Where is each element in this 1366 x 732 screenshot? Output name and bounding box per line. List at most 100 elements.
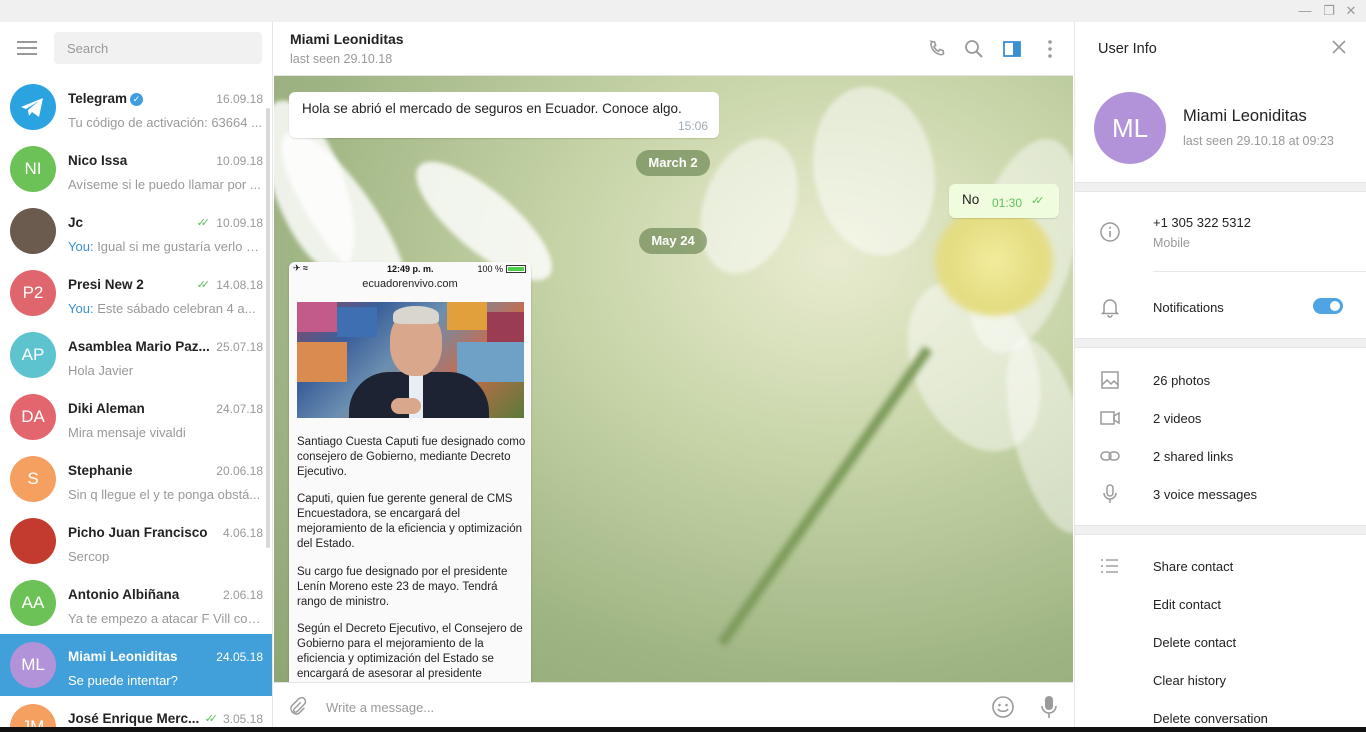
chat-name-row: Diki Aleman [68, 401, 213, 416]
chat-name-row: Miami Leoniditas [68, 649, 213, 664]
window-titlebar: — ❐ ✕ [0, 0, 1366, 22]
voice-messages[interactable]: 3 voice messages [1153, 487, 1257, 502]
avatar[interactable]: AA [10, 580, 56, 626]
delete-conversation-button[interactable]: Delete conversation [1153, 711, 1268, 726]
chat-name-row: Telegram ✓ [68, 91, 213, 106]
you-prefix: You: [68, 239, 94, 254]
search-input[interactable] [54, 32, 262, 64]
avatar[interactable] [10, 208, 56, 254]
avatar[interactable]: S [10, 456, 56, 502]
phone-call-icon[interactable] [925, 37, 949, 61]
microphone-icon[interactable] [1039, 694, 1059, 720]
incoming-message[interactable]: Hola se abrió el mercado de seguros en E… [289, 92, 719, 138]
message-composer [274, 682, 1073, 732]
chat-preview-text: Avíseme si le puedo llamar por ... [68, 177, 261, 192]
chat-list-scrollbar[interactable] [266, 108, 270, 548]
telegram-logo-icon [21, 98, 43, 117]
photos-icon [1101, 371, 1119, 389]
notifications-toggle[interactable] [1313, 298, 1343, 314]
chat-list-item[interactable]: Jc ✓✓ 10.09.18 You: Igual si me gustaría ve… [0, 200, 272, 262]
chat-name-row: Antonio Albiñana [68, 587, 213, 602]
chat-preview: Sin q llegue el y te ponga obstá... [68, 487, 263, 502]
toggle-info-panel-icon[interactable] [1000, 37, 1024, 61]
chat-list-item[interactable]: ML Miami Leoniditas 24.05.18 Se puede inten… [0, 634, 272, 696]
read-checkmarks-icon: ✓✓ [196, 279, 211, 291]
bell-icon [1100, 299, 1120, 318]
chat-date: 2.06.18 [222, 588, 263, 602]
restore-icon[interactable]: ❐ [1317, 0, 1341, 22]
chat-name: Miami Leoniditas [68, 649, 178, 664]
link-icon [1100, 451, 1120, 461]
user-name: Miami Leoniditas [1183, 107, 1307, 125]
chat-list-item[interactable]: P2 Presi New 2 ✓✓ 14.08.18 You: Este sábado … [0, 262, 272, 324]
user-info-panel: User Info ML Miami Leoniditas last seen … [1074, 22, 1366, 732]
chat-list-item[interactable]: AA Antonio Albiñana 2.06.18 Ya te empezo a … [0, 572, 272, 634]
outgoing-message[interactable]: No 01:30 ✓✓ [949, 184, 1059, 218]
chat-preview: Se puede intentar? [68, 673, 263, 688]
chat-list-item[interactable]: Picho Juan Francisco 4.06.18 Sercop [0, 510, 272, 572]
message-text: Hola se abrió el mercado de seguros en E… [302, 101, 682, 116]
shared-photos[interactable]: 26 photos [1153, 373, 1210, 388]
article-paragraph: Santiago Cuesta Caputi fue designado com… [297, 436, 526, 478]
chat-date: 16.09.18 [216, 92, 263, 106]
chat-list-item[interactable]: DA Diki Aleman 24.07.18 Mira mensaje vivald… [0, 386, 272, 448]
avatar[interactable]: ML [1094, 92, 1166, 164]
avatar[interactable]: DA [10, 394, 56, 440]
chat-preview-text: Se puede intentar? [68, 673, 178, 688]
chat-preview-text: Mira mensaje vivaldi [68, 425, 186, 440]
message-time: 15:06 [677, 119, 708, 133]
avatar[interactable]: NI [10, 146, 56, 192]
photo-message[interactable]: ✈ ≈ 12:49 p. m. 100 % ecuadorenvivo.com … [289, 262, 531, 682]
chat-date: 4.06.18 [222, 526, 263, 540]
chat-list-item[interactable]: AP Asamblea Mario Paz... 25.07.18 Hola Javi… [0, 324, 272, 386]
date-separator: March 2 [636, 150, 710, 176]
conversation-status: last seen 29.10.18 [290, 52, 393, 66]
close-window-icon[interactable]: ✕ [1339, 0, 1363, 22]
read-checkmarks-icon: ✓✓ [1031, 195, 1045, 207]
chat-name: Nico Issa [68, 153, 128, 168]
avatar[interactable]: P2 [10, 270, 56, 316]
chat-name-row: Jc [68, 215, 213, 230]
article-paragraph: Según el Decreto Ejecutivo, el Consejero… [297, 623, 523, 680]
shared-links[interactable]: 2 shared links [1153, 449, 1233, 464]
message-input[interactable] [326, 697, 966, 717]
more-options-icon[interactable] [1038, 37, 1062, 61]
chat-name: Antonio Albiñana [68, 587, 180, 602]
search-icon[interactable] [962, 37, 986, 61]
delete-contact-button[interactable]: Delete contact [1153, 635, 1236, 650]
avatar[interactable] [10, 84, 56, 130]
avatar[interactable] [10, 518, 56, 564]
chat-date: 25.07.18 [216, 340, 263, 354]
chat-name: Diki Aleman [68, 401, 145, 416]
attach-icon[interactable] [286, 696, 308, 718]
hamburger-menu-icon[interactable] [17, 41, 37, 55]
avatar[interactable]: ML [10, 642, 56, 688]
chat-preview: You: Igual si me gustaría verlo s... [68, 239, 263, 254]
chat-date: 24.07.18 [216, 402, 263, 416]
status-time: 12:49 p. m. [387, 264, 434, 274]
chat-preview: Mira mensaje vivaldi [68, 425, 263, 440]
taskbar [0, 727, 1366, 732]
chat-list-item[interactable]: Telegram ✓ 16.09.18 Tu código de activación… [0, 76, 272, 138]
clear-history-button[interactable]: Clear history [1153, 673, 1226, 688]
chat-preview: Ya te empezo a atacar F Vill con... [68, 611, 263, 626]
chat-list-item[interactable]: S Stephanie 20.06.18 Sin q llegue el y te p… [0, 448, 272, 510]
share-contact-button[interactable]: Share contact [1153, 559, 1233, 574]
airplane-wifi-icon: ✈ ≈ [293, 263, 308, 273]
notifications-label: Notifications [1153, 300, 1224, 315]
close-icon[interactable] [1331, 39, 1347, 55]
chat-name: Jc [68, 215, 84, 230]
shared-videos[interactable]: 2 videos [1153, 411, 1201, 426]
chat-list-item[interactable]: NI Nico Issa 10.09.18 Avíseme si le puedo l… [0, 138, 272, 200]
chat-preview-text: Sercop [68, 549, 110, 564]
conversation-title[interactable]: Miami Leoniditas [290, 31, 404, 47]
minimize-icon[interactable]: — [1293, 0, 1317, 22]
avatar[interactable]: AP [10, 332, 56, 378]
chat-name-row: José Enrique Merc... [68, 711, 213, 726]
emoji-icon[interactable] [991, 695, 1015, 719]
article-paragraph: Caputi, quien fue gerente general de CMS… [297, 493, 522, 550]
user-last-seen: last seen 29.10.18 at 09:23 [1183, 134, 1334, 148]
phone-number[interactable]: +1 305 322 5312 [1153, 215, 1251, 230]
edit-contact-button[interactable]: Edit contact [1153, 597, 1221, 612]
chat-name-row: Presi New 2 [68, 277, 213, 292]
